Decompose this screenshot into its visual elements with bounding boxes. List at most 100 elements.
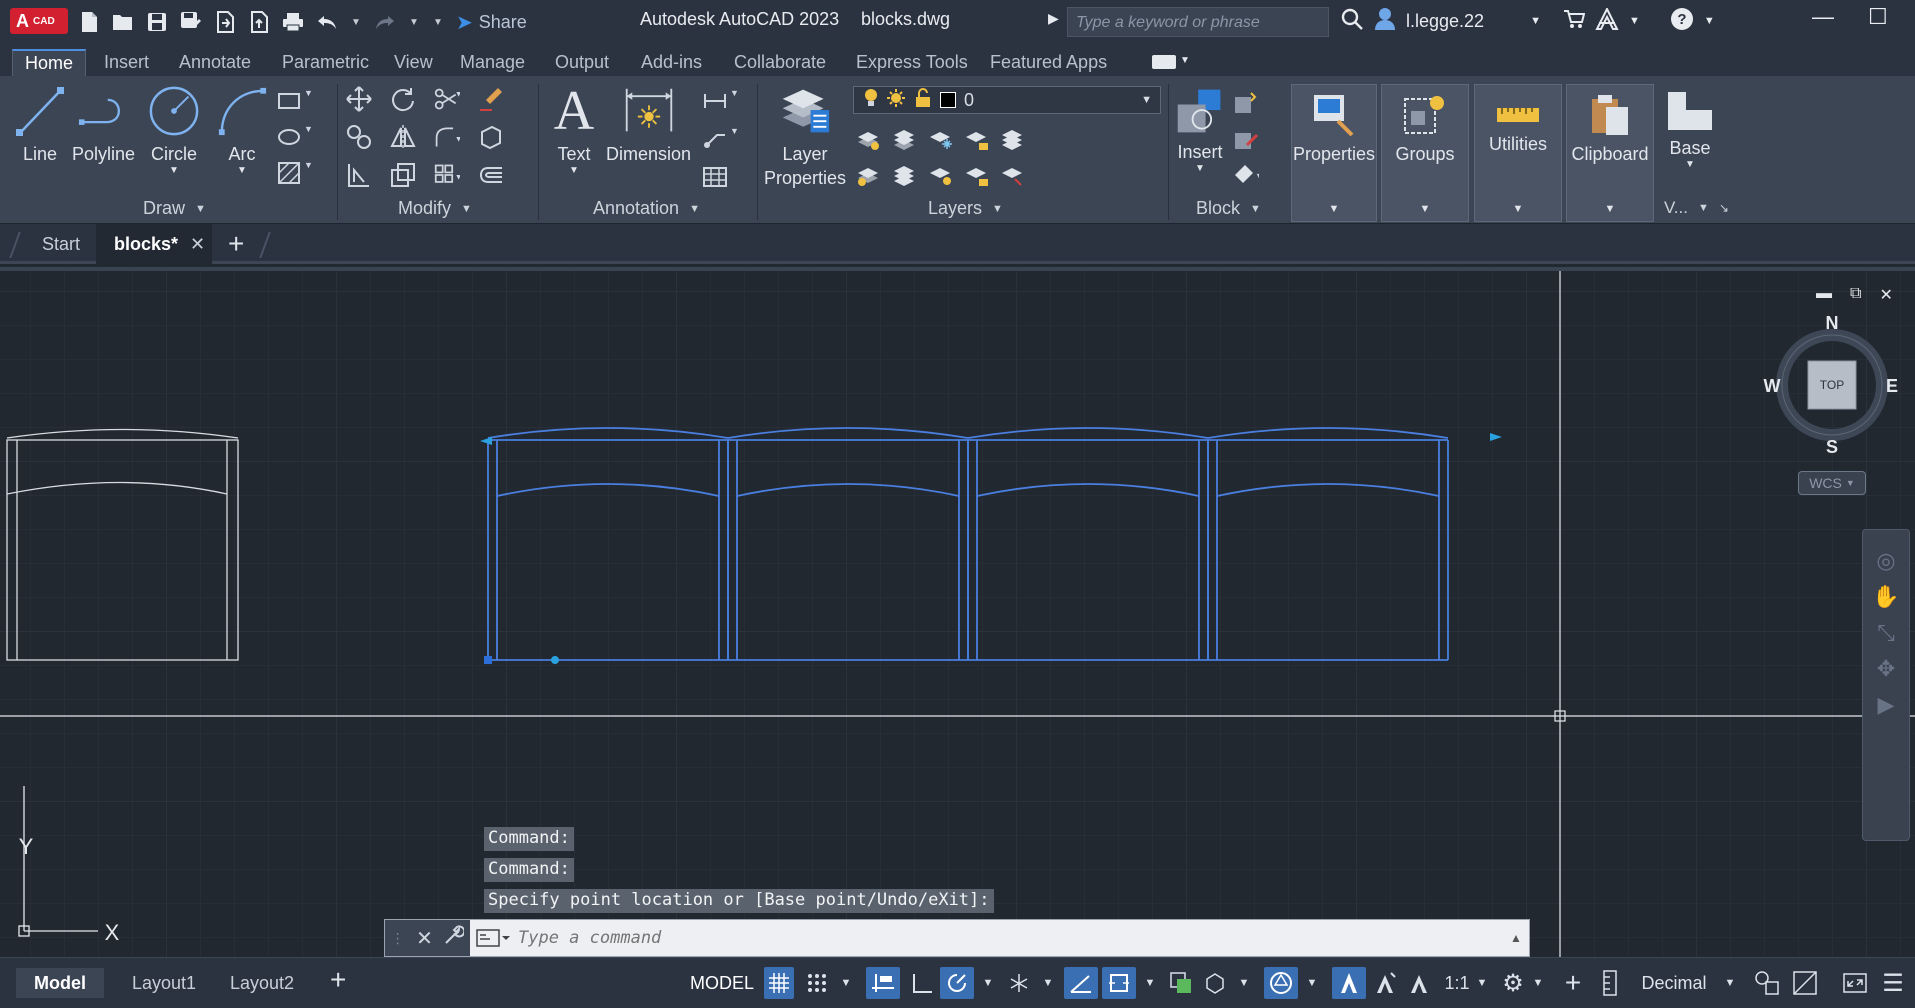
showmotion-icon[interactable]: ▶ — [1878, 692, 1895, 718]
tab-layout2[interactable]: Layout2 — [212, 968, 312, 998]
customize-qat-icon[interactable]: ▼ — [432, 11, 444, 33]
autodesk-a360-icon[interactable] — [1595, 6, 1619, 35]
tab-featured-apps[interactable]: Featured Apps — [978, 49, 1119, 76]
redo-icon[interactable] — [374, 11, 396, 33]
fillet-icon[interactable]: ▼ — [434, 124, 460, 150]
array-icon[interactable]: ▼ — [434, 162, 460, 188]
hatch-dropdown-icon[interactable]: ▼ — [304, 160, 314, 186]
tab-parametric[interactable]: Parametric — [270, 49, 381, 76]
maximize-icon[interactable]: ☐ — [1868, 4, 1888, 30]
polyline-tool[interactable]: Polyline — [72, 84, 135, 165]
redo-dropdown-icon[interactable]: ▼ — [408, 11, 420, 33]
zoom-extents-icon[interactable]: ⤡ — [1877, 620, 1895, 646]
bench-block[interactable] — [967, 427, 1209, 661]
circle-dropdown-icon[interactable]: ▼ — [169, 165, 179, 176]
grid-display-icon[interactable] — [764, 967, 794, 999]
cart-icon[interactable] — [1563, 9, 1586, 34]
bench-block[interactable] — [727, 427, 969, 661]
steering-wheel-icon[interactable]: ◎ — [1876, 548, 1895, 574]
undo-dropdown-icon[interactable]: ▼ — [350, 11, 362, 33]
viewport-close-icon[interactable]: ✕ — [1879, 285, 1892, 305]
text-tool[interactable]: A Text ▼ — [548, 80, 600, 176]
3d-object-snap-icon[interactable] — [1200, 967, 1230, 999]
explode-icon[interactable] — [478, 124, 504, 150]
ribbon-minimize-icon[interactable] — [1152, 55, 1176, 69]
create-block-icon[interactable] — [1233, 90, 1259, 116]
stretch-icon[interactable] — [346, 162, 372, 188]
draw-panel-title[interactable]: Draw ▼ — [143, 198, 206, 219]
search-expand-icon[interactable]: ▶ — [1048, 10, 1059, 27]
arc-dropdown-icon[interactable]: ▼ — [237, 165, 247, 176]
arc-tool[interactable]: Arc ▼ — [216, 84, 268, 176]
user-icon[interactable] — [1374, 7, 1396, 36]
viewport-minimize-icon[interactable]: ▬ — [1816, 285, 1832, 305]
compass-east[interactable]: E — [1886, 376, 1898, 396]
object-snap-tracking-icon[interactable] — [1064, 967, 1098, 999]
plot-icon[interactable] — [282, 11, 304, 33]
selection-dropdown-icon[interactable]: ▼ — [1302, 967, 1322, 999]
grip-left-arrow[interactable] — [480, 437, 492, 445]
graphics-performance-icon[interactable] — [1790, 967, 1820, 999]
workspace-dropdown-icon[interactable]: ▼ — [1530, 967, 1546, 999]
selected-bench-array[interactable] — [487, 427, 1449, 661]
tab-start[interactable]: Start — [24, 224, 98, 264]
tab-blocks[interactable]: blocks* ✕ — [96, 224, 212, 264]
linear-dimension-icon[interactable] — [702, 88, 728, 114]
linear-dropdown-icon[interactable]: ▼ — [730, 88, 740, 114]
block-panel-title[interactable]: Block ▼ — [1196, 198, 1261, 219]
trim-icon[interactable]: ▼ — [434, 86, 460, 112]
tab-layout1[interactable]: Layout1 — [114, 968, 214, 998]
scale-icon[interactable] — [390, 162, 416, 188]
move-icon[interactable] — [346, 86, 372, 112]
annotation-monitor-plus-icon[interactable]: + — [1558, 967, 1588, 999]
layer-lock-icon[interactable] — [964, 126, 990, 152]
osnap-dropdown-icon[interactable]: ▼ — [1140, 967, 1160, 999]
compass-west[interactable]: W — [1764, 376, 1781, 396]
layer-freeze-icon[interactable] — [928, 126, 954, 152]
drawing-area[interactable]: Y X ▬ ⧉ ✕ TOP N S E W WCS ▼ ◎ ✋ ⤡ ✥ ▶ Com… — [0, 267, 1915, 957]
new-file-icon[interactable] — [78, 11, 100, 33]
tab-view[interactable]: View — [382, 49, 445, 76]
mirror-icon[interactable] — [390, 124, 416, 150]
layer-on-icon[interactable] — [856, 162, 882, 188]
grip-midpoint[interactable] — [551, 656, 559, 664]
modify-panel-title[interactable]: Modify ▼ — [398, 198, 472, 219]
match-layer-icon[interactable] — [1000, 162, 1026, 188]
command-input[interactable] — [518, 920, 1503, 956]
grip-base-point[interactable] — [484, 656, 492, 664]
circle-tool[interactable]: Circle ▼ — [148, 84, 200, 176]
layer-thaw-icon[interactable] — [928, 162, 954, 188]
bench-block[interactable] — [1207, 427, 1449, 661]
copy-icon[interactable] — [346, 124, 372, 150]
tab-manage[interactable]: Manage — [448, 49, 537, 76]
rectangle-icon[interactable] — [276, 88, 302, 114]
minimize-icon[interactable]: — — [1812, 4, 1834, 30]
rectangle-dropdown-icon[interactable]: ▼ — [304, 88, 314, 114]
drag-handle-icon[interactable]: ⋮ — [391, 930, 405, 947]
open-from-web-icon[interactable] — [214, 11, 236, 33]
view-panel-title[interactable]: V... ▼ ↘ — [1664, 198, 1729, 218]
annotation-scale-value[interactable]: 1:1 — [1440, 967, 1474, 999]
bench-block[interactable] — [487, 427, 729, 661]
object-snap-icon[interactable] — [1102, 967, 1136, 999]
ortho-mode-icon[interactable] — [906, 967, 936, 999]
new-layout-plus-icon[interactable]: + — [330, 964, 346, 996]
tab-output[interactable]: Output — [543, 49, 621, 76]
wcs-menu[interactable]: WCS ▼ — [1798, 471, 1866, 495]
pan-hand-icon[interactable]: ✋ — [1872, 584, 1899, 610]
text-dropdown-icon[interactable]: ▼ — [569, 165, 579, 176]
save-as-icon[interactable] — [180, 11, 202, 33]
layers-panel-title[interactable]: Layers ▼ — [928, 198, 1003, 219]
leader-dropdown-icon[interactable]: ▼ — [730, 126, 740, 152]
table-icon[interactable] — [702, 164, 728, 190]
annotation-scale-icon[interactable] — [1404, 967, 1434, 999]
units-value[interactable]: Decimal — [1632, 967, 1716, 999]
utilities-panel-button[interactable]: Utilities ▼ — [1474, 84, 1562, 222]
share-button[interactable]: ➤ Share — [456, 10, 527, 35]
save-icon[interactable] — [146, 11, 168, 33]
layer-unisolate-icon[interactable] — [892, 162, 918, 188]
make-current-icon[interactable] — [1000, 126, 1026, 152]
open-file-icon[interactable] — [112, 11, 134, 33]
compass-north[interactable]: N — [1826, 313, 1839, 333]
username[interactable]: l.legge.22 — [1406, 11, 1484, 32]
